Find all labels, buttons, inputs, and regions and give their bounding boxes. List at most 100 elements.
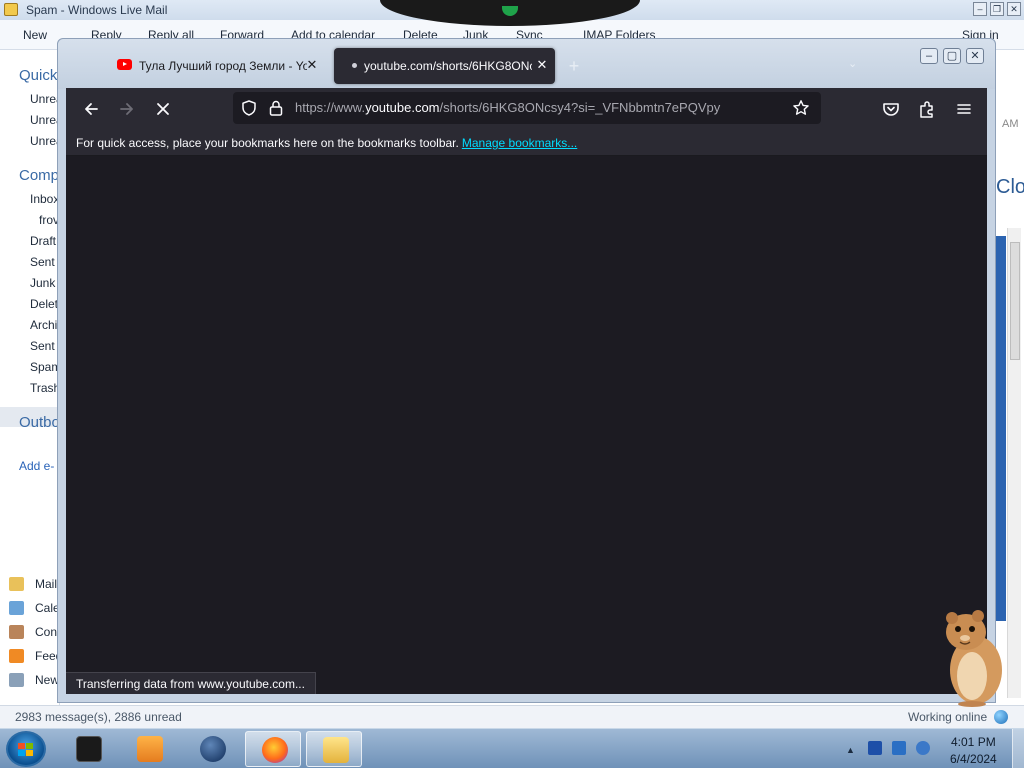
nav-newsgroups-label: New bbox=[35, 673, 60, 687]
new-tab-icon[interactable]: + bbox=[565, 57, 583, 75]
wlm-close-button[interactable]: ✕ bbox=[1007, 2, 1021, 16]
wlm-blue-panel bbox=[996, 236, 1006, 621]
quick-views-header[interactable]: Quick bbox=[19, 67, 57, 84]
newsgroups-icon bbox=[9, 673, 24, 687]
tab-youtube-shorts[interactable]: youtube.com/shorts/6HKG8ONcsy4 ✕ bbox=[334, 48, 555, 84]
nav-calendar[interactable]: Cale bbox=[9, 600, 60, 618]
navigation-toolbar: https://www.youtube.com/shorts/6HKG8ONcs… bbox=[66, 88, 987, 129]
stop-loading-button[interactable] bbox=[150, 96, 176, 122]
back-arrow-icon bbox=[85, 103, 98, 115]
nav-calendar-label: Cale bbox=[35, 601, 60, 615]
folder-item-inbox[interactable]: Inbox bbox=[30, 192, 60, 206]
list-all-tabs-icon[interactable]: ⌄ bbox=[848, 57, 862, 71]
globe-icon bbox=[994, 710, 1008, 724]
nav-contacts-label: Con bbox=[35, 625, 58, 639]
folder-item-spam[interactable]: Spam bbox=[30, 360, 60, 374]
security-shield-icon[interactable] bbox=[868, 741, 882, 755]
add-email-account-link[interactable]: Add e- bbox=[19, 459, 60, 473]
contacts-icon bbox=[9, 625, 24, 639]
folder-item-drafts[interactable]: Draft bbox=[30, 234, 60, 248]
bookmarks-hint: For quick access, place your bookmarks h… bbox=[76, 136, 577, 150]
stop-x-icon bbox=[157, 103, 169, 115]
online-status: Working online bbox=[908, 710, 988, 724]
tab-youtube-tula[interactable]: Тула Лучший город Земли - YouTube ✕ bbox=[108, 48, 326, 84]
mail-icon bbox=[9, 577, 24, 591]
taskbar-app-dark[interactable] bbox=[60, 731, 116, 767]
nav-feeds[interactable]: Feed bbox=[9, 648, 60, 666]
message-count: 2983 message(s), 2886 unread bbox=[15, 710, 182, 724]
firefox-icon bbox=[262, 737, 288, 763]
folder-item-sent[interactable]: Sent bbox=[30, 255, 60, 269]
pocket-icon bbox=[883, 103, 899, 116]
url-text[interactable]: https://www.youtube.com/shorts/6HKG8ONcs… bbox=[295, 100, 720, 115]
loading-indicator-icon bbox=[352, 63, 357, 68]
page-content-area[interactable]: Transferring data from www.youtube.com..… bbox=[66, 156, 987, 694]
wlm-window-title: Spam - Windows Live Mail bbox=[26, 3, 168, 17]
folder-item-sent[interactable]: Sent bbox=[30, 339, 60, 353]
folder-item-trash[interactable]: Trash bbox=[30, 381, 60, 395]
hamburger-menu-icon bbox=[957, 104, 971, 114]
media-player-icon bbox=[137, 736, 163, 762]
wlm-scrollbar-thumb[interactable] bbox=[1010, 242, 1020, 360]
folder-item-deleted[interactable]: Delet bbox=[30, 297, 60, 311]
clock-date[interactable]: 6/4/2024 bbox=[950, 752, 997, 766]
firefox-window: Тула Лучший город Земли - YouTube ✕ yout… bbox=[57, 38, 996, 703]
account-header[interactable]: Comp bbox=[19, 167, 59, 184]
forward-arrow-icon bbox=[120, 103, 133, 115]
nav-newsgroups[interactable]: New bbox=[9, 672, 60, 690]
youtube-favicon-icon bbox=[117, 59, 132, 70]
extensions-button[interactable] bbox=[914, 96, 940, 122]
indicator-led-icon bbox=[502, 6, 518, 16]
hamster-image bbox=[946, 610, 1002, 707]
folder-item[interactable]: Unrea bbox=[30, 92, 60, 106]
firefox-close-button[interactable]: ✕ bbox=[966, 48, 984, 64]
taskbar-media-player[interactable] bbox=[121, 731, 177, 767]
url-path: /shorts/6HKG8ONcsy4?si=_VFNbbmtn7ePQVpy bbox=[439, 100, 721, 115]
taskbar-globe-app[interactable] bbox=[184, 731, 240, 767]
volume-icon[interactable] bbox=[916, 741, 930, 755]
clock-time[interactable]: 4:01 PM bbox=[951, 735, 996, 749]
globe-app-icon bbox=[200, 736, 226, 762]
folder-item-archive[interactable]: Archi bbox=[30, 318, 60, 332]
wlm-heading-fragment: Clo bbox=[996, 176, 1024, 198]
start-button[interactable] bbox=[6, 731, 46, 767]
manage-bookmarks-link[interactable]: Manage bookmarks... bbox=[462, 136, 577, 150]
windows-taskbar: ▲ 4:01 PM 6/4/2024 bbox=[0, 728, 1024, 768]
calendar-icon bbox=[9, 601, 24, 615]
folder-item[interactable]: Unrea bbox=[30, 113, 60, 127]
taskbar-firefox[interactable] bbox=[245, 731, 301, 767]
close-tab-icon[interactable]: ✕ bbox=[304, 57, 320, 73]
nav-contacts[interactable]: Con bbox=[9, 624, 60, 642]
show-hidden-icons-icon[interactable]: ▲ bbox=[846, 745, 855, 755]
outbox-header[interactable]: Outbo bbox=[19, 414, 60, 431]
bookmark-star-icon[interactable] bbox=[792, 99, 810, 117]
forward-button[interactable] bbox=[114, 96, 140, 122]
show-desktop-button[interactable] bbox=[1012, 729, 1024, 768]
firefox-minimize-button[interactable]: – bbox=[920, 48, 938, 64]
live-mail-icon bbox=[323, 737, 349, 763]
tracking-protection-shield-icon[interactable] bbox=[240, 99, 258, 117]
url-host: youtube.com bbox=[365, 100, 440, 115]
firefox-maximize-button[interactable]: ▢ bbox=[943, 48, 961, 64]
tab-title: youtube.com/shorts/6HKG8ONcsy4 bbox=[364, 59, 532, 73]
network-icon[interactable] bbox=[892, 741, 906, 755]
black-app-icon bbox=[76, 736, 102, 762]
app-menu-button[interactable] bbox=[951, 96, 977, 122]
nav-mail-label: Mail bbox=[35, 577, 58, 591]
wlm-scrollbar[interactable] bbox=[1007, 228, 1021, 698]
folder-item[interactable]: Unrea bbox=[30, 134, 60, 148]
wlm-restore-button[interactable]: ❐ bbox=[990, 2, 1004, 16]
wlm-minimize-button[interactable]: – bbox=[973, 2, 987, 16]
address-bar[interactable]: https://www.youtube.com/shorts/6HKG8ONcs… bbox=[233, 92, 821, 124]
wlm-folder-pane: Quick Unrea Unrea Unrea Comp Inbox frov … bbox=[0, 50, 60, 705]
wlm-new-button[interactable]: New bbox=[23, 28, 47, 42]
close-tab-icon[interactable]: ✕ bbox=[534, 57, 550, 73]
back-button[interactable] bbox=[78, 96, 104, 122]
nav-mail[interactable]: Mail bbox=[9, 576, 60, 594]
taskbar-windows-live-mail[interactable] bbox=[306, 731, 362, 767]
lock-icon[interactable] bbox=[268, 99, 284, 117]
windows-logo-icon bbox=[18, 743, 33, 756]
pocket-button[interactable] bbox=[878, 96, 904, 122]
rss-feed-icon bbox=[9, 649, 24, 663]
folder-item-junk[interactable]: Junk bbox=[30, 276, 60, 290]
